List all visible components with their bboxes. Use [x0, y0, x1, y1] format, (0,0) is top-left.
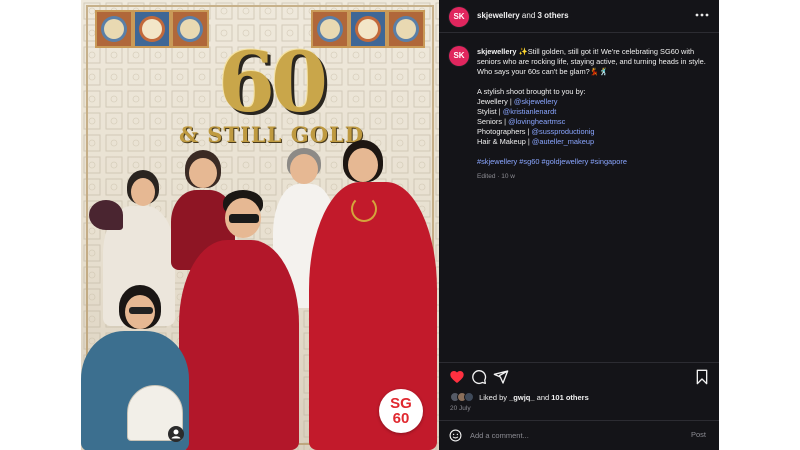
caption-avatar[interactable]: SK	[449, 46, 469, 66]
person-center-red-suit	[179, 190, 299, 450]
comment-button[interactable]	[471, 369, 487, 385]
header-divider	[439, 32, 719, 33]
post-image[interactable]: 60 & STILL GOLD SG 60	[81, 0, 439, 450]
heart-icon	[450, 371, 464, 383]
caption-edited-time: Edited · 10 w	[477, 173, 515, 180]
liked-by-others[interactable]: 101 others	[551, 393, 589, 402]
sg60-badge: SG 60	[379, 389, 423, 433]
liker-avatar[interactable]	[464, 392, 474, 403]
emoji-button[interactable]	[449, 429, 462, 442]
post-date[interactable]: 20 July	[450, 405, 471, 412]
comment-icon	[472, 370, 487, 385]
bookmark-icon	[696, 369, 708, 385]
credit-handle[interactable]: @auteller_makeup	[532, 137, 594, 146]
header-username[interactable]: skjewellery	[477, 11, 520, 20]
share-button[interactable]	[493, 369, 509, 385]
share-icon	[493, 370, 509, 384]
tile-band-left	[95, 10, 209, 48]
credit-line: Jewellery | @skjewellery	[477, 97, 558, 106]
more-horizontal-icon	[695, 13, 709, 17]
liked-by-user[interactable]: _gwjq_	[509, 393, 534, 402]
post-comment-button[interactable]: Post	[691, 430, 706, 439]
credit-line: Hair & Makeup | @auteller_makeup	[477, 137, 595, 146]
credit-handle[interactable]: @lovingheartmsc	[508, 117, 565, 126]
like-button[interactable]	[449, 369, 465, 385]
credit-handle[interactable]: @kristianlenardt	[503, 107, 557, 116]
sixty-title: 60	[217, 35, 328, 131]
likes-summary: Liked by _gwjq_ and 101 others	[450, 392, 589, 403]
credit-line: Stylist | @kristianlenardt	[477, 107, 557, 116]
emoji-icon	[449, 429, 462, 442]
header-avatar[interactable]: SK	[449, 7, 469, 27]
save-button[interactable]	[695, 369, 709, 385]
header-author: skjewellery and 3 others	[477, 11, 569, 20]
header-others[interactable]: 3 others	[538, 11, 569, 20]
credit-line: Photographers | @sussproductionig	[477, 127, 595, 136]
caption-shoot-line: A stylish shoot brought to you by:	[477, 87, 586, 96]
comment-row: Post	[439, 421, 719, 450]
caption: skjewellery ✨Still golden, still got it!…	[477, 47, 713, 182]
post-side-panel: SK skjewellery and 3 others SK skjewelle…	[439, 0, 719, 450]
credit-handle[interactable]: @skjewellery	[514, 97, 558, 106]
more-options-button[interactable]	[694, 9, 710, 21]
caption-username[interactable]: skjewellery	[477, 47, 516, 56]
credit-line: Seniors | @lovingheartmsc	[477, 117, 566, 126]
person-tag-icon[interactable]	[168, 426, 184, 442]
comment-input[interactable]	[470, 428, 670, 443]
credit-handle[interactable]: @sussproductionig	[532, 127, 595, 136]
actions-divider	[439, 362, 719, 363]
caption-hashtags[interactable]: #skjewellery #sg60 #goldjewellery #singa…	[477, 157, 713, 167]
